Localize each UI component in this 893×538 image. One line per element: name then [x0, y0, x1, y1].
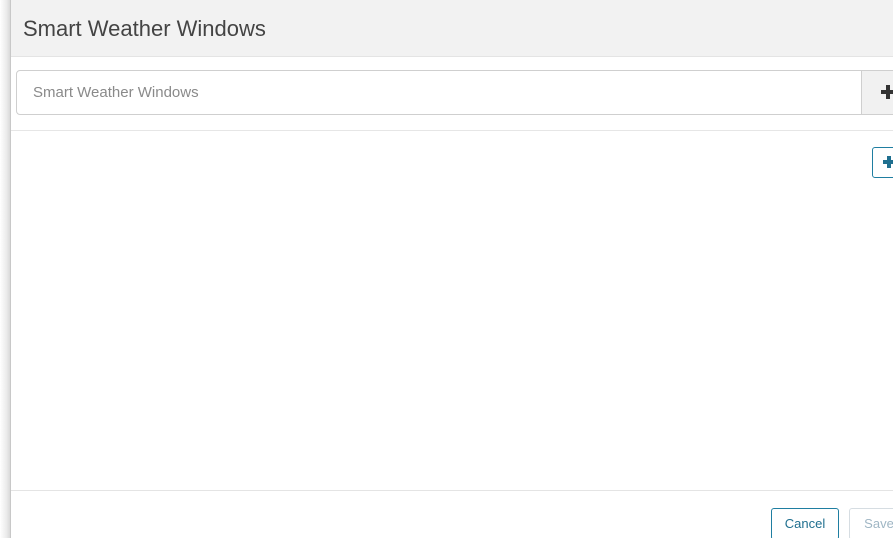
plus-icon [881, 85, 893, 99]
screen: Smart Weather Windows Cancel Save [0, 0, 893, 538]
cancel-button[interactable]: Cancel [771, 508, 839, 538]
smart-weather-windows-dialog: Smart Weather Windows Cancel Save [10, 0, 893, 538]
add-name-button[interactable] [861, 71, 893, 114]
name-input-group [16, 70, 893, 115]
dialog-footer: Cancel Save [11, 490, 893, 538]
save-button[interactable]: Save [849, 508, 893, 538]
dialog-title: Smart Weather Windows [23, 16, 266, 41]
add-item-button[interactable] [872, 147, 893, 178]
section-divider [11, 130, 893, 131]
name-input[interactable] [17, 71, 861, 114]
plus-icon [883, 156, 893, 168]
dialog-header: Smart Weather Windows [11, 0, 893, 57]
